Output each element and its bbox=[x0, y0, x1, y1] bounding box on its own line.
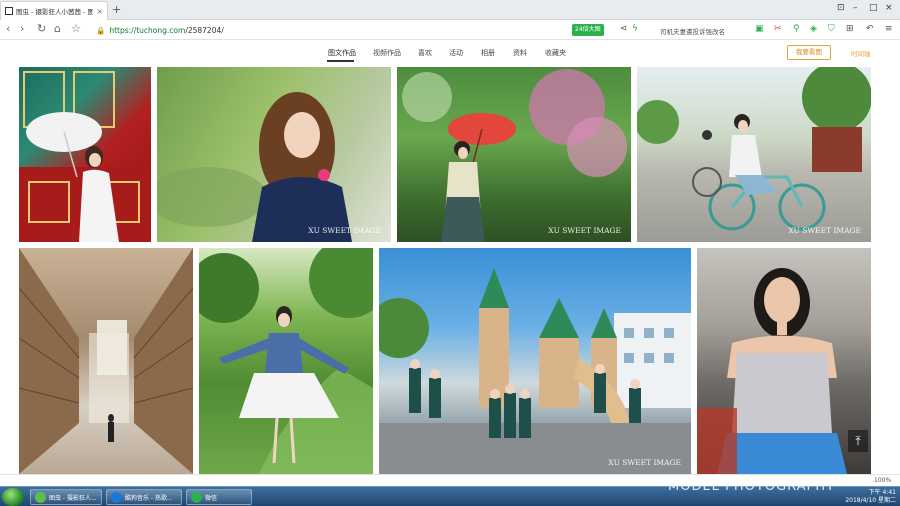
news-ticker[interactable]: 司机夫妻遭投诉强改名 bbox=[660, 26, 725, 36]
site-favicon-icon bbox=[5, 7, 13, 15]
taskbar-item-wechat[interactable]: 微信 bbox=[186, 489, 252, 505]
tab-favorites[interactable]: 收藏夹 bbox=[545, 48, 566, 58]
back-arrow-icon[interactable]: ‹ bbox=[6, 23, 10, 35]
browser-toolbar: ‹ › ↻ ⌂ ☆ 🔒 https://tuchong.com/2587204/… bbox=[0, 20, 900, 40]
skin-icon[interactable]: ⊡ bbox=[837, 3, 845, 13]
tab-profile[interactable]: 资料 bbox=[513, 48, 527, 58]
photo-warehouse-aisle[interactable] bbox=[19, 248, 193, 474]
new-tab-icon[interactable]: + bbox=[112, 4, 121, 15]
taskbar-item-music[interactable]: 酷狗音乐 - 热歌... bbox=[106, 489, 182, 505]
close-window-icon[interactable]: × bbox=[885, 3, 893, 13]
url-scheme: https:// bbox=[109, 25, 137, 35]
photo-denim-jacket-girl[interactable] bbox=[199, 248, 373, 474]
photo-long-hair-girl[interactable]: XU SWEET IMAGE bbox=[157, 67, 391, 242]
wechat-icon bbox=[191, 491, 202, 503]
tab-albums[interactable]: 相册 bbox=[481, 48, 495, 58]
home-icon[interactable]: ⌂ bbox=[54, 23, 61, 35]
clock-time: 下午 4:41 bbox=[868, 489, 896, 496]
minimize-icon[interactable]: – bbox=[853, 3, 858, 13]
music-icon bbox=[111, 491, 122, 503]
bolt-icon[interactable]: ϟ bbox=[632, 24, 638, 34]
tab-likes[interactable]: 喜欢 bbox=[418, 48, 432, 58]
photo-model-silver-top[interactable]: ⤒ bbox=[697, 248, 871, 474]
tab-image-works[interactable]: 图文作品 bbox=[328, 48, 356, 58]
taskbar-label: 酷狗音乐 - 热歌... bbox=[125, 494, 173, 502]
timeline-link[interactable]: 时间轴 bbox=[851, 48, 871, 58]
follow-button[interactable]: 我要看图 bbox=[787, 45, 831, 60]
taskbar-item-browser[interactable]: 图虫 - 摄影狂人... bbox=[30, 489, 102, 505]
photo-students-playground[interactable]: XU SWEET IMAGE bbox=[379, 248, 691, 474]
translate-icon[interactable]: ▣ bbox=[755, 24, 764, 34]
url-host: tuchong.com bbox=[136, 25, 186, 35]
image-extension-badge[interactable]: 24倍大图 bbox=[572, 24, 604, 36]
zoom-level[interactable]: 100% bbox=[874, 477, 891, 484]
photo-woman-umbrella[interactable] bbox=[19, 67, 151, 242]
star-icon[interactable]: ☆ bbox=[71, 23, 81, 35]
tab-video-works[interactable]: 视频作品 bbox=[373, 48, 401, 58]
photo-red-umbrella-blossom[interactable]: XU SWEET IMAGE bbox=[397, 67, 631, 242]
scissors-icon[interactable]: ✂ bbox=[774, 24, 782, 34]
undo-icon[interactable]: ↶ bbox=[866, 24, 874, 34]
photo-girl-bicycle[interactable]: XU SWEET IMAGE bbox=[637, 67, 871, 242]
tab-title: 图虫 - 摄影狂人小茜茜 - 图虫网 bbox=[16, 8, 94, 16]
watermark: XU SWEET IMAGE bbox=[308, 226, 381, 235]
start-button[interactable] bbox=[2, 488, 24, 506]
address-bar[interactable]: 🔒 https://tuchong.com/2587204/ bbox=[96, 23, 566, 37]
watermark: XU SWEET IMAGE bbox=[548, 226, 621, 235]
url-path: /2587204/ bbox=[185, 25, 224, 35]
taskbar-label: 图虫 - 摄影狂人... bbox=[49, 494, 97, 502]
system-clock[interactable]: 下午 4:41 2018/4/10 星期二 bbox=[838, 489, 896, 505]
watermark: XU SWEET IMAGE bbox=[608, 458, 681, 467]
game-icon[interactable]: ◈ bbox=[810, 24, 817, 34]
browser-icon bbox=[35, 491, 46, 503]
forward-arrow-icon[interactable]: › bbox=[20, 23, 24, 35]
menu-icon[interactable]: ≡ bbox=[885, 24, 893, 34]
share-icon[interactable]: ⋖ bbox=[620, 24, 628, 34]
lock-icon: 🔒 bbox=[96, 25, 106, 35]
shield-icon[interactable]: ⛉ bbox=[828, 24, 835, 34]
back-to-top-icon[interactable]: ⤒ bbox=[848, 430, 868, 452]
browser-tab[interactable]: 图虫 - 摄影狂人小茜茜 - 图虫网 × bbox=[0, 1, 108, 20]
grid-icon[interactable]: ⊞ bbox=[846, 24, 854, 34]
maximize-icon[interactable]: □ bbox=[869, 3, 878, 13]
active-tab-indicator bbox=[327, 60, 354, 62]
browser-tab-bar: 图虫 - 摄影狂人小茜茜 - 图虫网 × + ⊡ – □ × bbox=[0, 0, 900, 20]
tab-events[interactable]: 活动 bbox=[449, 48, 463, 58]
overlay-watermark-text: MODEL PHOTOGRAPHY bbox=[668, 479, 836, 494]
taskbar-label: 微信 bbox=[205, 494, 218, 502]
search-icon[interactable]: ⚲ bbox=[793, 24, 800, 34]
close-tab-icon[interactable]: × bbox=[96, 7, 103, 16]
clock-date: 2018/4/10 星期二 bbox=[845, 497, 896, 504]
site-nav: 图文作品 视频作品 喜欢 活动 相册 资料 收藏夹 bbox=[0, 41, 900, 65]
refresh-icon[interactable]: ↻ bbox=[37, 23, 46, 35]
watermark: XU SWEET IMAGE bbox=[788, 226, 861, 235]
